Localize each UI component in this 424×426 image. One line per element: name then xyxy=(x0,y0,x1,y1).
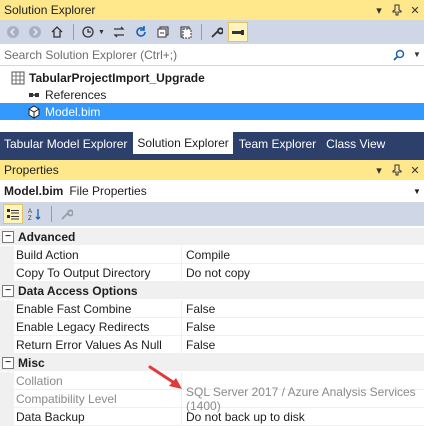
solution-explorer-title: Solution Explorer xyxy=(4,3,96,17)
property-value: SQL Server 2017 / Azure Analysis Service… xyxy=(182,385,424,413)
tree-item-references[interactable]: References xyxy=(0,86,424,103)
toolbar-separator xyxy=(200,24,202,40)
toolbar-separator xyxy=(51,206,52,222)
property-pages-wrench-icon[interactable] xyxy=(56,204,76,224)
property-value[interactable]: Do not back up to disk xyxy=(182,408,424,426)
tab-team-explorer[interactable]: Team Explorer xyxy=(235,134,320,154)
selected-object-name: Model.bim xyxy=(4,184,64,198)
tool-window-tabs: Tabular Model Explorer Solution Explorer… xyxy=(0,132,424,154)
category-label: Advanced xyxy=(18,229,76,244)
show-all-files-icon[interactable] xyxy=(175,22,195,42)
collapse-icon[interactable]: − xyxy=(2,284,14,297)
property-name: Enable Legacy Redirects xyxy=(14,318,182,336)
forward-icon[interactable] xyxy=(25,22,45,42)
object-selector-dropdown-icon[interactable]: ▼ xyxy=(410,187,424,196)
properties-title: Properties xyxy=(4,163,59,177)
object-selector[interactable]: Model.bim File Properties ▼ xyxy=(0,180,424,202)
property-name: Enable Fast Combine xyxy=(14,300,182,318)
collapse-icon[interactable]: − xyxy=(2,356,14,369)
selected-object-type: File Properties xyxy=(69,184,147,198)
tree-item-references-label: References xyxy=(45,87,107,102)
property-row[interactable]: Compatibility Level SQL Server 2017 / Az… xyxy=(0,385,424,413)
property-grid: − Advanced Build Action Compile Copy To … xyxy=(0,228,424,426)
history-dropdown-icon[interactable]: ▼ xyxy=(98,29,105,36)
search-icon[interactable] xyxy=(388,45,410,65)
category-data-access-options[interactable]: − Data Access Options xyxy=(0,282,424,299)
svg-text:A: A xyxy=(28,209,32,215)
alphabetical-icon[interactable]: AZ xyxy=(25,204,45,224)
window-position-dropdown-icon[interactable]: ▾ xyxy=(370,161,388,179)
preview-selected-items-icon[interactable] xyxy=(227,22,248,42)
categorized-icon[interactable] xyxy=(3,204,23,224)
property-name: Copy To Output Directory xyxy=(14,264,182,282)
properties-wrench-icon[interactable] xyxy=(206,22,226,42)
close-icon[interactable]: ✕ xyxy=(406,1,424,19)
tab-tabular-model-explorer[interactable]: Tabular Model Explorer xyxy=(0,134,131,154)
property-name: Return Error Values As Null xyxy=(14,336,182,354)
property-row[interactable]: Build Action Compile xyxy=(0,246,424,264)
solution-explorer-search-box: ▼ xyxy=(0,44,424,66)
pin-icon[interactable] xyxy=(388,1,406,19)
tab-solution-explorer[interactable]: Solution Explorer xyxy=(133,132,233,154)
history-icon[interactable] xyxy=(78,22,98,42)
properties-title-bar: Properties ▾ ✕ xyxy=(0,160,424,180)
property-value[interactable]: False xyxy=(182,318,424,336)
pin-icon[interactable] xyxy=(388,161,406,179)
tree-item-model-bim[interactable]: Model.bim xyxy=(0,103,424,120)
refresh-icon[interactable] xyxy=(131,22,151,42)
tree-item-project[interactable]: TabularProjectImport_Upgrade xyxy=(0,69,424,86)
tab-class-view[interactable]: Class View xyxy=(322,134,389,154)
property-value[interactable]: False xyxy=(182,336,424,354)
model-cube-icon xyxy=(26,104,42,119)
home-icon[interactable] xyxy=(47,22,67,42)
tree-item-model-bim-label: Model.bim xyxy=(45,104,101,119)
property-value[interactable]: Do not copy xyxy=(182,264,424,282)
property-row[interactable]: Enable Legacy Redirects False xyxy=(0,318,424,336)
category-label: Misc xyxy=(18,355,45,370)
property-value[interactable]: False xyxy=(182,300,424,318)
svg-text:Z: Z xyxy=(28,216,32,221)
category-label: Data Access Options xyxy=(18,283,138,298)
solution-tree: TabularProjectImport_Upgrade References … xyxy=(0,66,424,132)
toolbar-separator xyxy=(73,24,74,40)
sync-icon[interactable] xyxy=(109,22,129,42)
collapse-icon[interactable]: − xyxy=(2,230,14,243)
window-position-dropdown-icon[interactable]: ▾ xyxy=(370,1,388,19)
property-row[interactable]: Data Backup Do not back up to disk xyxy=(0,408,424,426)
category-advanced[interactable]: − Advanced xyxy=(0,228,424,245)
collapse-all-icon[interactable] xyxy=(153,22,173,42)
annotation-arrow xyxy=(148,365,182,389)
properties-toolbar: AZ xyxy=(0,202,424,226)
solution-explorer-title-bar: Solution Explorer ▾ ✕ xyxy=(0,0,424,20)
tree-item-project-label: TabularProjectImport_Upgrade xyxy=(29,70,205,85)
property-name: Data Backup xyxy=(14,408,182,426)
close-icon[interactable]: ✕ xyxy=(406,161,424,179)
solution-explorer-toolbar: ▼ xyxy=(0,20,424,44)
property-value[interactable]: Compile xyxy=(182,246,424,264)
property-row[interactable]: Return Error Values As Null False xyxy=(0,336,424,354)
property-name: Compatibility Level xyxy=(14,390,182,408)
property-row[interactable]: Enable Fast Combine False xyxy=(0,300,424,318)
references-icon xyxy=(26,88,42,102)
category-misc[interactable]: − Misc xyxy=(0,354,424,371)
property-row[interactable]: Copy To Output Directory Do not copy xyxy=(0,264,424,282)
back-icon[interactable] xyxy=(3,22,23,42)
search-input[interactable] xyxy=(0,44,388,65)
property-name: Build Action xyxy=(14,246,182,264)
search-options-dropdown-icon[interactable]: ▼ xyxy=(410,50,424,59)
tabular-project-icon xyxy=(10,71,26,85)
